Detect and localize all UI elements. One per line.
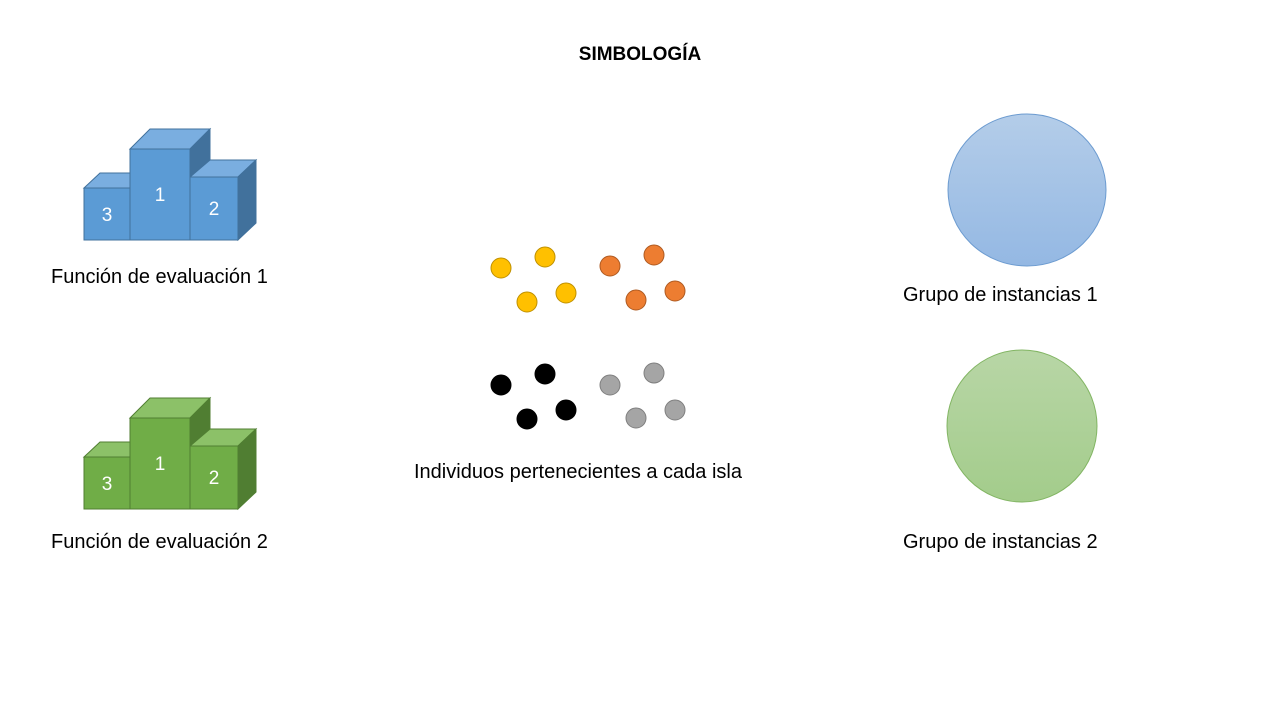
- instance-group-1-circle: [947, 113, 1107, 267]
- instance-group-1-label: Grupo de instancias 1: [903, 284, 1098, 306]
- island-dots-orange: [599, 244, 686, 311]
- podium-2-label: Función de evaluación 2: [51, 531, 268, 553]
- individual-dot: [490, 374, 512, 396]
- podium-2-rank-3: 3: [102, 474, 113, 495]
- individual-dot: [516, 408, 538, 430]
- individual-dot: [516, 291, 538, 313]
- podium-1-rank-2: 2: [209, 199, 220, 220]
- individuals-dots: [490, 244, 686, 430]
- podium-2-rank-2: 2: [209, 468, 220, 489]
- individual-dot: [625, 289, 647, 311]
- individual-dot: [625, 407, 647, 429]
- individual-dot: [643, 362, 665, 384]
- island-dots-black: [490, 363, 577, 430]
- individual-dot: [599, 374, 621, 396]
- individual-dot: [643, 244, 665, 266]
- podium-icon-1: 1 2 3 1 2 3: [82, 113, 1107, 511]
- instance-group-2-circle: [946, 349, 1098, 503]
- individuals-label: Individuos pertenecientes a cada isla: [414, 461, 742, 483]
- individual-dot: [664, 280, 686, 302]
- island-dots-yellow: [490, 246, 577, 313]
- individual-dot: [534, 363, 556, 385]
- podium-2: 1 2 3: [82, 396, 258, 511]
- podium-1: 1 2 3: [82, 127, 258, 242]
- podium-1-rank-3: 3: [102, 205, 113, 226]
- podium-1-label: Función de evaluación 1: [51, 266, 268, 288]
- individual-dot: [555, 399, 577, 421]
- individual-dot: [490, 257, 512, 279]
- individual-dot: [555, 282, 577, 304]
- podium-2-rank-1: 1: [155, 454, 166, 475]
- individual-dot: [599, 255, 621, 277]
- island-dots-gray: [599, 362, 686, 429]
- individual-dot: [534, 246, 556, 268]
- podium-1-rank-1: 1: [155, 185, 166, 206]
- individual-dot: [664, 399, 686, 421]
- instance-group-2-label: Grupo de instancias 2: [903, 531, 1098, 553]
